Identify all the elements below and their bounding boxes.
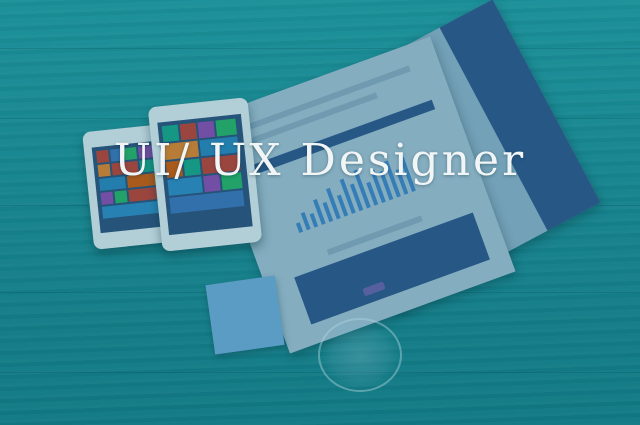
banner-title: UI/ UX Designer [113,135,527,186]
banner-image: UI/ UX Designer [0,0,640,425]
color-overlay [0,0,640,425]
